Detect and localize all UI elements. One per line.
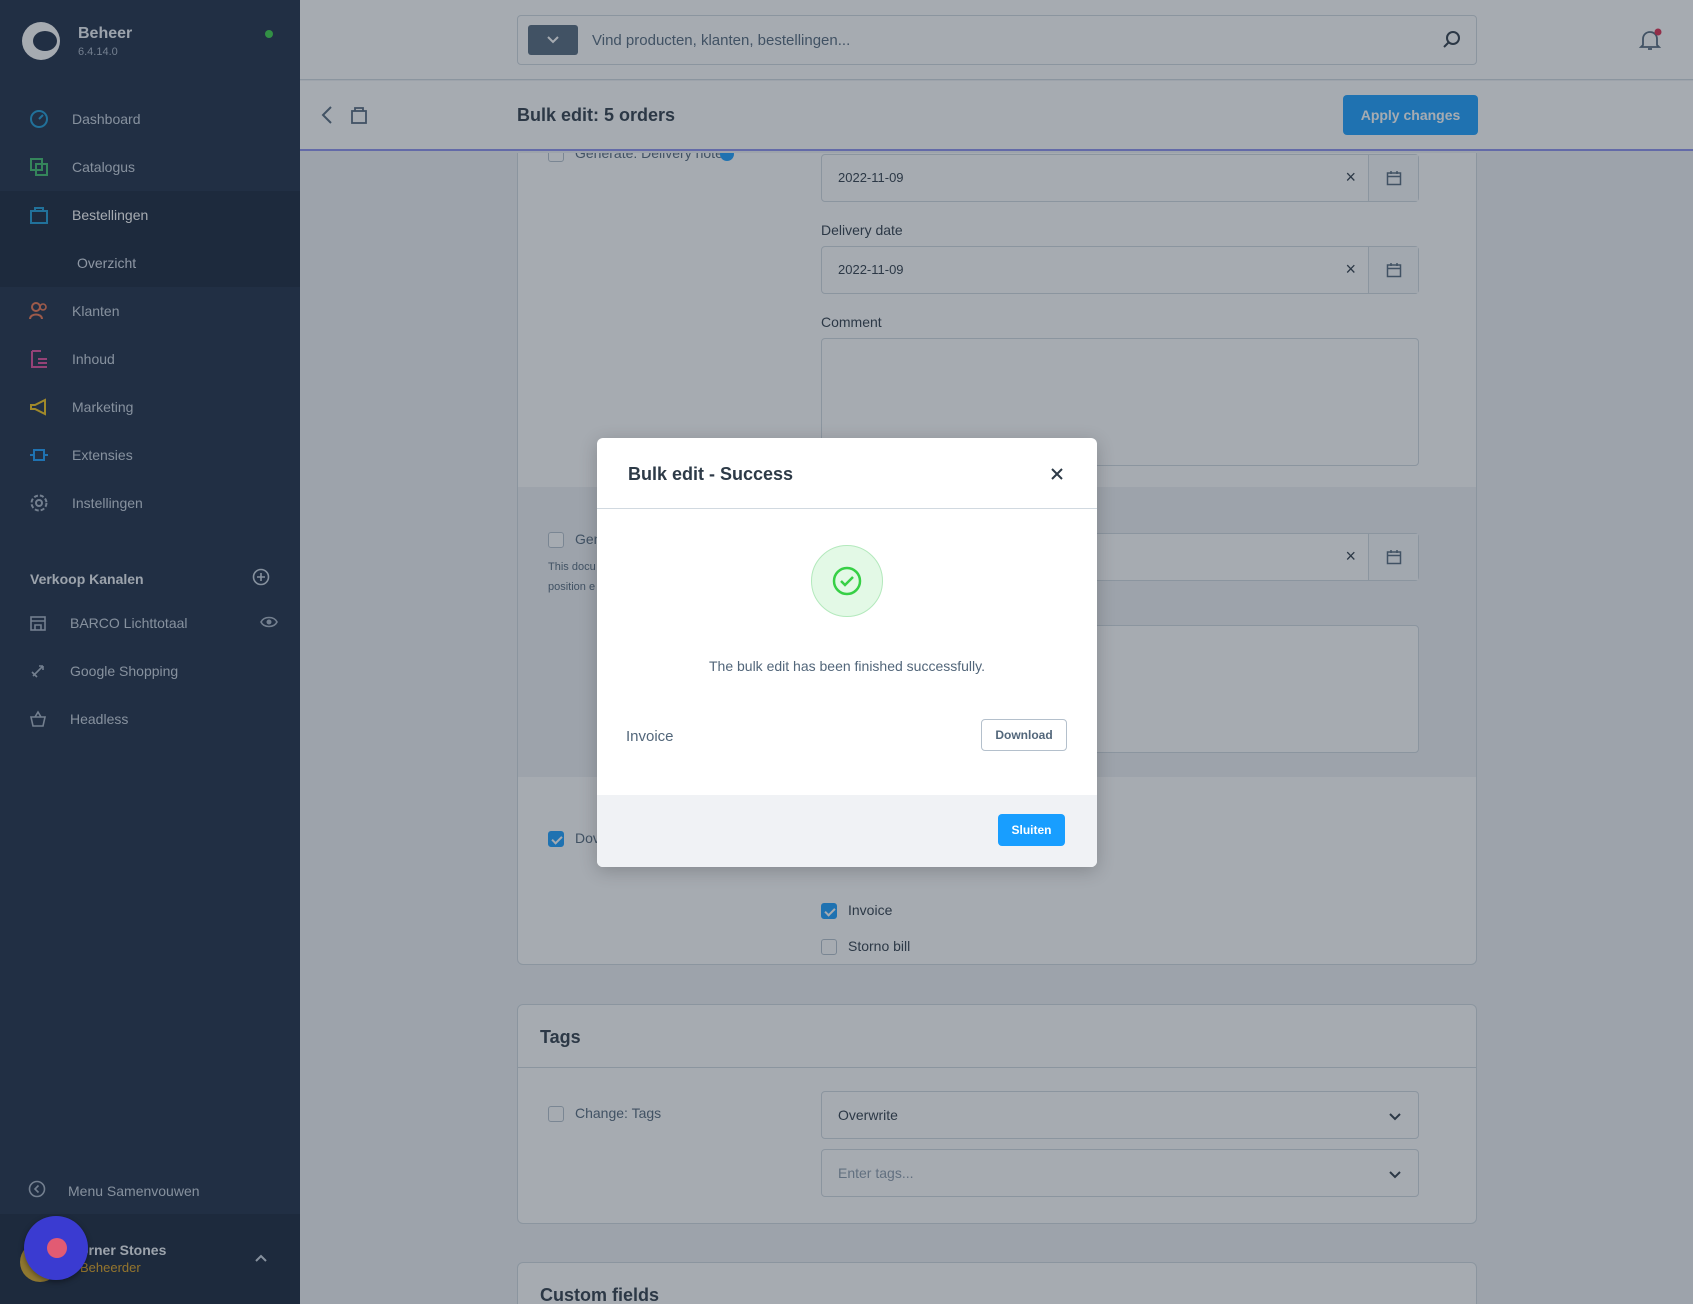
document-type-label: Invoice <box>626 728 674 745</box>
download-button[interactable]: Download <box>981 719 1067 751</box>
close-button[interactable]: Sluiten <box>998 814 1065 846</box>
success-check-icon <box>811 545 883 617</box>
success-message: The bulk edit has been finished successf… <box>708 658 985 674</box>
bulk-edit-success-modal: Bulk edit - Success The bulk edit has be… <box>597 438 1097 867</box>
close-icon[interactable] <box>1045 462 1069 486</box>
floating-avatar-bubble[interactable] <box>24 1216 88 1280</box>
modal-divider <box>597 508 1097 509</box>
modal-title: Bulk edit - Success <box>628 464 794 484</box>
modal-footer: Sluiten <box>597 795 1097 867</box>
